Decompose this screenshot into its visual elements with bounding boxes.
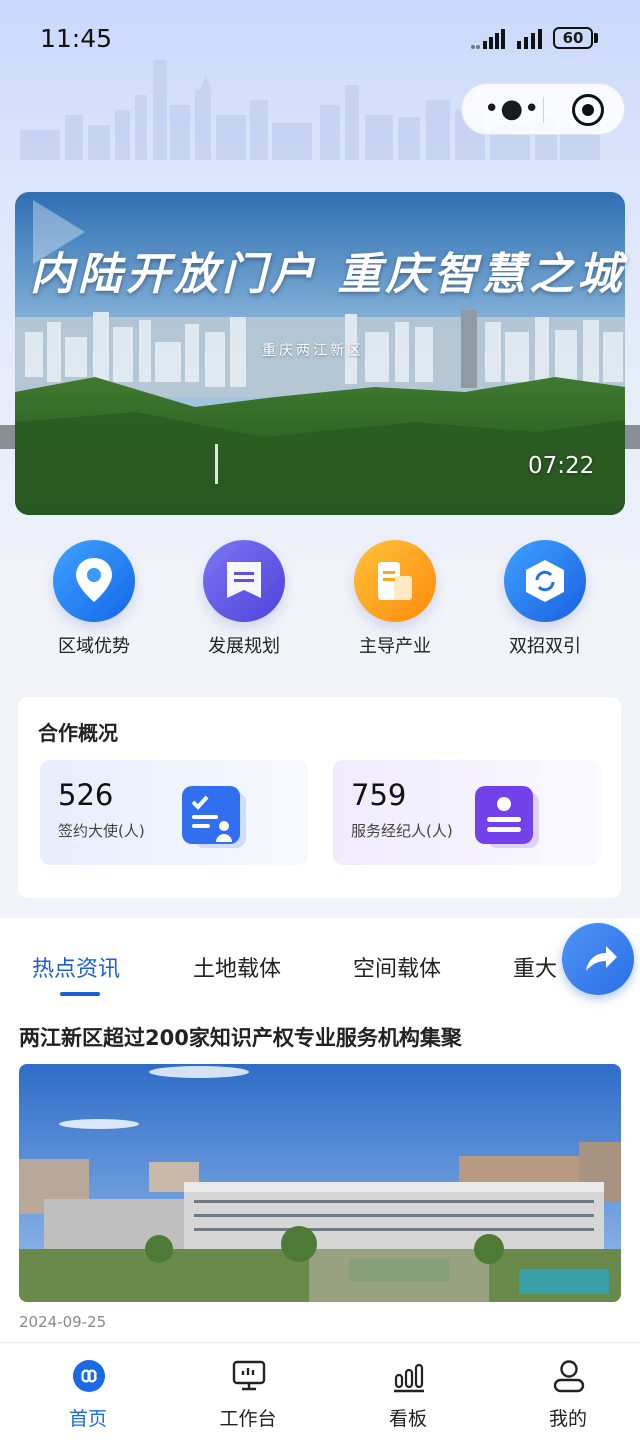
tabbar-label: 工作台 <box>219 1408 277 1430</box>
capsule-divider <box>543 97 544 123</box>
share-button[interactable] <box>562 923 634 995</box>
stat-card-ambassadors[interactable]: 526 签约大使(人) <box>40 760 308 865</box>
building-doc-icon <box>354 540 436 622</box>
battery-icon: 60 <box>553 27 593 49</box>
tabbar-label: 我的 <box>548 1408 587 1430</box>
battery-tip <box>594 33 598 43</box>
tabbar-mine[interactable]: 我的 <box>488 1343 640 1444</box>
quick-link-label: 发展规划 <box>208 636 280 657</box>
tab-major[interactable]: 重大 <box>513 951 557 983</box>
banner-title: 内陆开放门户 重庆智慧之城 <box>30 249 626 300</box>
tabbar-workbench[interactable]: 工作台 <box>168 1343 328 1444</box>
quick-link-label: 双招双引 <box>509 636 581 657</box>
checklist-person-icon <box>182 786 246 848</box>
quick-link-region-advantage[interactable]: 区域优势 <box>19 540 169 658</box>
tabbar-label: 看板 <box>388 1408 427 1430</box>
miniprogram-capsule: •●• <box>461 83 625 135</box>
home-infinity-icon <box>73 1360 105 1392</box>
stat-card-agents[interactable]: 759 服务经纪人(人) <box>333 760 601 865</box>
signal-icon <box>471 29 505 49</box>
quick-link-label: 区域优势 <box>58 636 130 657</box>
status-time: 11:45 <box>40 24 113 53</box>
banner-subtitle: 重庆两江新区 <box>262 343 364 359</box>
badge-card-icon <box>475 786 539 848</box>
cooperation-overview-card: 合作概况 526 签约大使(人) 759 服务经纪人(人) <box>18 697 621 898</box>
quick-link-label: 主导产业 <box>359 636 431 657</box>
video-duration: 07:22 <box>528 453 595 479</box>
news-image[interactable] <box>19 1064 621 1302</box>
tabbar-dashboard[interactable]: 看板 <box>328 1343 488 1444</box>
exchange-hexagon-icon <box>504 540 586 622</box>
bookmark-doc-icon <box>203 540 285 622</box>
share-arrow-icon <box>586 946 617 971</box>
stat-value: 759 <box>351 778 407 812</box>
section-title: 合作概况 <box>38 721 118 745</box>
news-photo <box>19 1064 621 1302</box>
monitor-icon <box>232 1360 266 1391</box>
person-icon <box>553 1360 585 1393</box>
close-target-icon[interactable] <box>572 94 604 126</box>
stat-label: 签约大使(人) <box>58 822 145 840</box>
tabbar-label: 首页 <box>68 1408 107 1430</box>
news-date: 2024-09-25 <box>19 1313 107 1331</box>
more-icon[interactable]: •●• <box>484 95 540 123</box>
tabbar-home[interactable]: 首页 <box>8 1343 168 1444</box>
quick-link-development-plan[interactable]: 发展规划 <box>169 540 319 658</box>
stat-label: 服务经纪人(人) <box>351 822 453 840</box>
quick-link-investment-talent[interactable]: 双招双引 <box>470 540 620 658</box>
tab-space-carrier[interactable]: 空间载体 <box>353 951 441 983</box>
location-pin-icon <box>53 540 135 622</box>
news-headline[interactable]: 两江新区超过200家知识产权专业服务机构集聚 <box>19 1022 462 1052</box>
bottom-tab-bar: 首页 工作台 看板 我的 <box>0 1342 640 1444</box>
active-tab-indicator <box>60 992 100 996</box>
stat-value: 526 <box>58 778 114 812</box>
tab-land-carrier[interactable]: 土地载体 <box>193 951 281 983</box>
quick-link-leading-industry[interactable]: 主导产业 <box>320 540 470 658</box>
carousel-edge-left <box>0 425 15 449</box>
tab-hot-news[interactable]: 热点资讯 <box>32 951 120 983</box>
signal-icon-2 <box>517 29 542 49</box>
status-bar: 11:45 60 <box>0 0 640 80</box>
bar-chart-icon <box>394 1363 424 1393</box>
carousel-edge-right <box>625 425 640 449</box>
